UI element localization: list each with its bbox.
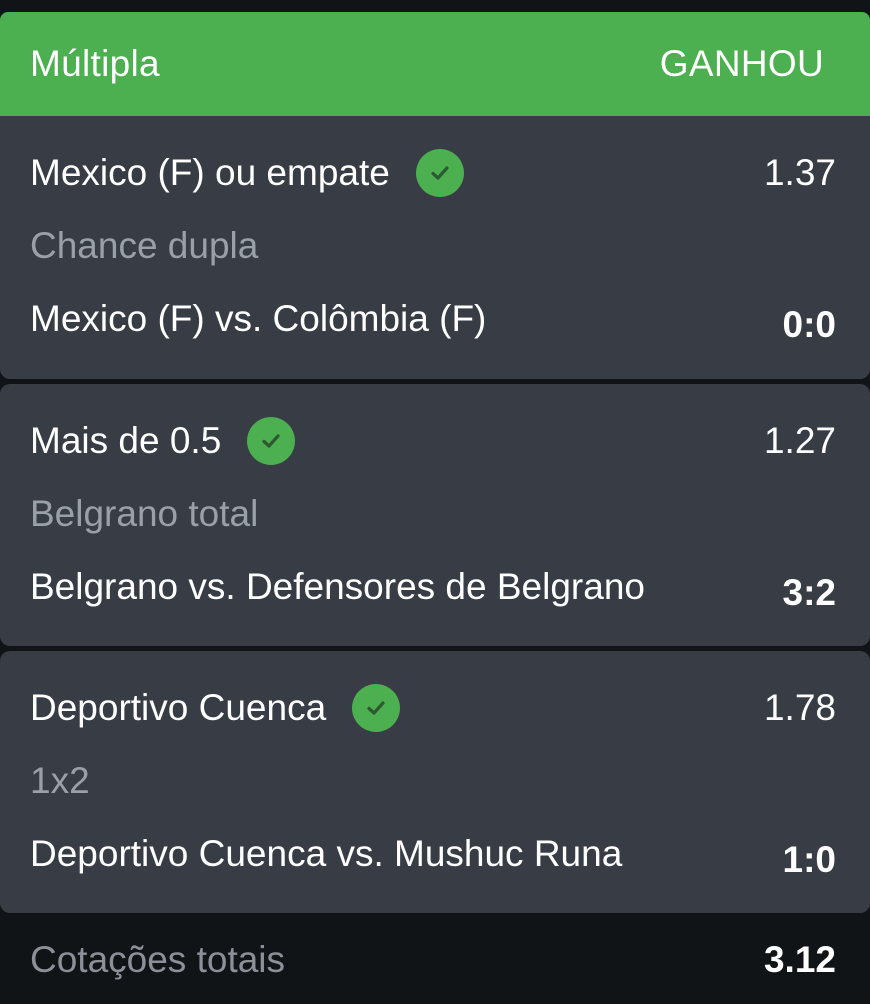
selection-score: 0:0: [782, 304, 836, 345]
selection-event: Mexico (F) vs. Colômbia (F): [30, 298, 487, 339]
check-circle-icon: [352, 684, 401, 732]
total-odds-row: Cotações totais 3.12: [30, 935, 836, 985]
selection-card[interactable]: Mais de 0.5 1.27 Belgrano total Belgrano…: [0, 384, 870, 646]
selection-score: 1:0: [782, 839, 836, 880]
selection-event: Belgrano vs. Defensores de Belgrano: [30, 566, 645, 607]
check-circle-icon: [247, 417, 296, 465]
selection-score: 3:2: [782, 572, 836, 613]
bet-header: Múltipla GANHOU: [0, 12, 870, 116]
selection-odds: 1.78: [763, 687, 836, 728]
selection-pick: Mexico (F) ou empate: [30, 152, 390, 193]
total-odds-label: Cotações totais: [30, 939, 286, 980]
selection-pick: Deportivo Cuenca: [30, 687, 327, 728]
selection-odds: 1.37: [763, 152, 836, 193]
bet-type-title: Múltipla: [30, 43, 160, 84]
selection-market: Belgrano total: [30, 493, 259, 534]
bet-status-badge: GANHOU: [659, 43, 824, 84]
selection-card[interactable]: Deportivo Cuenca 1.78 1x2 Deportivo Cuen…: [0, 651, 870, 913]
selection-odds: 1.27: [763, 420, 836, 461]
check-circle-icon: [415, 149, 464, 197]
selection-market: 1x2: [30, 760, 90, 801]
total-odds-value: 3.12: [763, 939, 836, 980]
selection-pick: Mais de 0.5: [30, 420, 222, 461]
selection-event: Deportivo Cuenca vs. Mushuc Runa: [30, 833, 623, 874]
selection-market: Chance dupla: [30, 225, 259, 266]
selection-card[interactable]: Mexico (F) ou empate 1.37 Chance dupla M…: [0, 116, 870, 379]
